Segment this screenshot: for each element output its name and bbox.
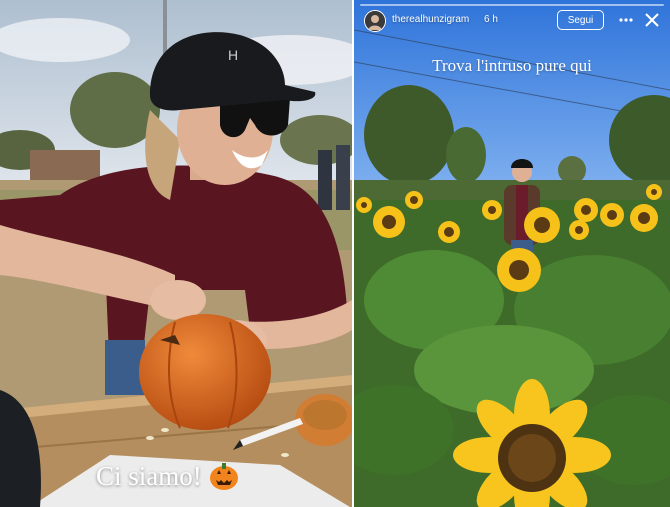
story-caption: Ci siamo! [96,460,240,492]
story-progress-bar [360,4,664,6]
right-story-view: therealhunzigram 6 h Segui Trova l'intru… [354,0,670,507]
more-dots-icon[interactable] [618,13,634,27]
pumpkin-carving-scene: H [0,0,352,507]
svg-text:H: H [228,47,238,63]
caption-text: Ci siamo! [96,460,202,491]
story-header: therealhunzigram 6 h Segui [354,0,670,48]
story-username[interactable]: therealhunzigram [392,14,469,25]
avatar[interactable] [364,10,386,32]
story-time: 6 h [484,14,498,25]
story-caption: Trova l'intruso pure qui [432,56,592,75]
avatar-image [365,11,385,31]
close-icon[interactable] [644,12,660,28]
jack-o-lantern-icon [209,463,238,490]
sunflower-field-scene [354,0,670,507]
follow-button[interactable]: Segui [557,10,604,30]
left-story-photo: H Ci siamo! [0,0,352,507]
